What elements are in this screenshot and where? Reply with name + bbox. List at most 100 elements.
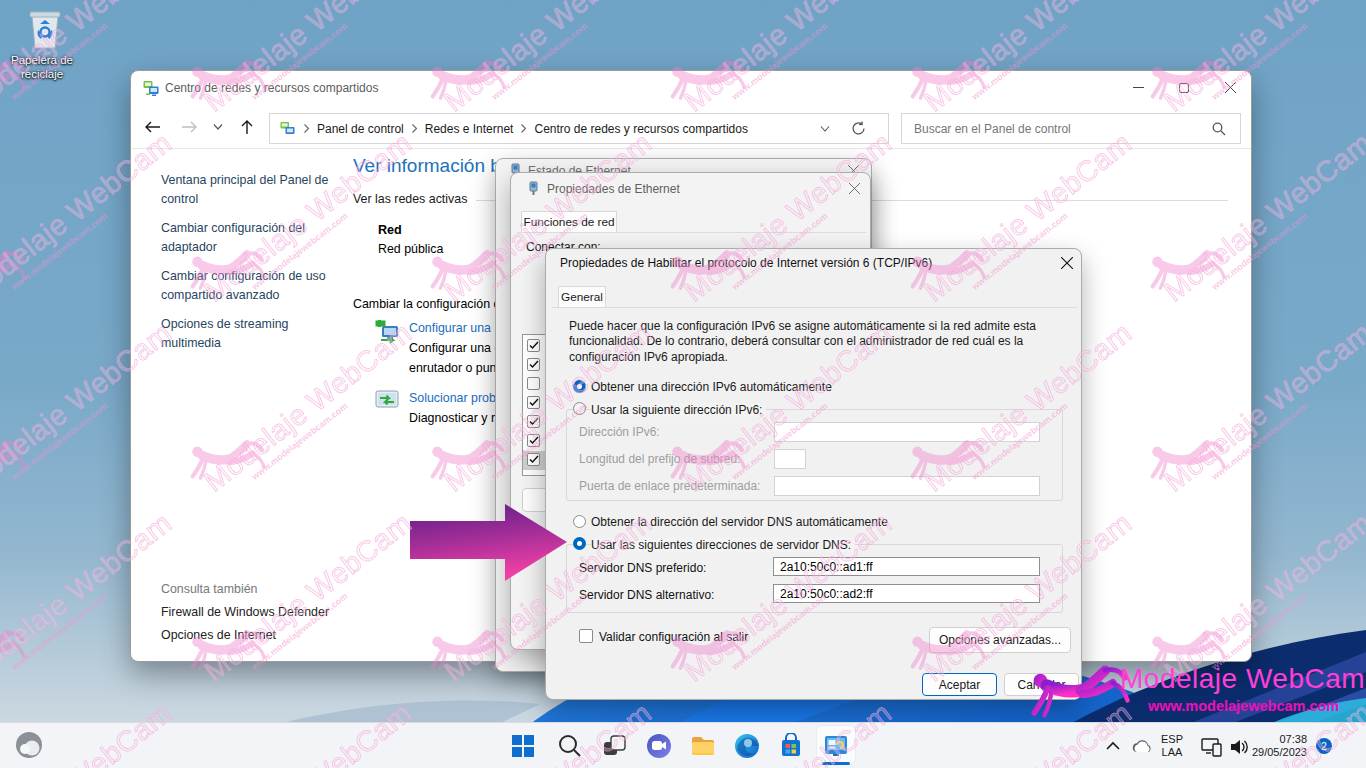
breadcrumb-chevron-icon bbox=[520, 124, 527, 133]
sidebar-item-home[interactable]: Ventana principal del Panel de control bbox=[161, 171, 347, 209]
minimize-button[interactable] bbox=[1115, 71, 1161, 104]
change-settings-label: Cambiar la configuración de red bbox=[353, 297, 497, 311]
weather-widget-icon[interactable] bbox=[14, 730, 44, 760]
check-icon bbox=[529, 436, 539, 445]
task-view-icon[interactable] bbox=[602, 733, 628, 759]
gateway-input[interactable] bbox=[774, 476, 1040, 496]
network-tray-icon[interactable] bbox=[1200, 736, 1224, 758]
ipv6-address-input[interactable] bbox=[774, 422, 1040, 442]
ipv6-dialog-close-icon[interactable] bbox=[1061, 257, 1073, 269]
tray-language-line1: ESP bbox=[1161, 733, 1183, 746]
refresh-icon[interactable] bbox=[851, 121, 866, 136]
tray-language-indicator[interactable]: ESP LAA bbox=[1161, 733, 1183, 759]
validate-checkbox[interactable] bbox=[579, 629, 593, 643]
notification-badge[interactable]: 2 bbox=[1316, 738, 1332, 754]
tray-chevron-icon[interactable] bbox=[1104, 738, 1122, 756]
radio-obtain-ipv6-label: Obtener una dirección IPv6 automáticamen… bbox=[591, 380, 836, 394]
ipv6-dialog-title: Propiedades de Habilitar el protocolo de… bbox=[560, 256, 932, 270]
address-location-icon bbox=[280, 121, 295, 136]
prefix-length-label: Longitud del prefijo de subred: bbox=[579, 452, 740, 466]
back-button[interactable] bbox=[144, 119, 161, 135]
window-title: Centro de redes y recursos compartidos bbox=[165, 81, 378, 95]
search-taskbar-icon[interactable] bbox=[557, 733, 583, 759]
microsoft-store-icon[interactable] bbox=[778, 733, 804, 759]
advanced-options-button[interactable]: Opciones avanzadas... bbox=[929, 627, 1071, 653]
ethernet-properties-close-icon[interactable] bbox=[849, 183, 860, 194]
start-button-icon[interactable] bbox=[510, 733, 536, 759]
radio-use-dns-label: Usar las siguientes direcciones de servi… bbox=[591, 538, 855, 552]
sidebar-item-sharing[interactable]: Cambiar configuración de uso compartido … bbox=[161, 267, 347, 305]
gateway-label: Puerta de enlace predeterminada: bbox=[579, 479, 760, 493]
address-dropdown-icon[interactable] bbox=[820, 125, 830, 133]
troubleshoot-desc: Diagnosticar y reparar bbox=[409, 411, 496, 425]
check-icon bbox=[529, 360, 539, 369]
cancel-button[interactable]: Cancelar bbox=[1004, 673, 1079, 696]
validate-checkbox-label: Validar configuración al salir bbox=[599, 630, 748, 644]
forward-button[interactable] bbox=[181, 119, 198, 135]
recycle-bin-label2: reciclaje bbox=[10, 67, 74, 81]
search-icon[interactable] bbox=[1212, 122, 1226, 136]
accept-button[interactable]: Aceptar bbox=[922, 673, 997, 696]
see-also-header: Consulta también bbox=[161, 582, 257, 596]
tab-general[interactable]: General bbox=[558, 286, 606, 308]
see-also-internet-options[interactable]: Opciones de Internet bbox=[161, 628, 276, 642]
tray-clock[interactable]: 07:38 29/05/2023 bbox=[1245, 733, 1307, 759]
edge-browser-icon[interactable] bbox=[734, 733, 760, 759]
screen: Papelera de reciclaje Centro de redes y … bbox=[0, 0, 1366, 768]
search-placeholder: Buscar en el Panel de control bbox=[914, 122, 1071, 136]
ipv6-tab-strip bbox=[552, 307, 1077, 308]
setup-connection-icon bbox=[375, 320, 402, 347]
annotation-arrow bbox=[405, 500, 575, 586]
check-icon bbox=[529, 455, 539, 464]
network-name: Red bbox=[378, 223, 402, 237]
check-icon bbox=[529, 398, 539, 407]
setup-connection-desc2: enrutador o punto de acceso bbox=[409, 361, 496, 375]
recent-pages-chevron-icon[interactable] bbox=[213, 123, 223, 131]
close-button[interactable] bbox=[1207, 71, 1253, 104]
network-center-window-icon bbox=[143, 80, 159, 96]
prefix-length-input[interactable] bbox=[774, 449, 806, 469]
tray-language-line2: LAA bbox=[1161, 746, 1183, 759]
content-title: Ver información bás bbox=[353, 155, 496, 177]
radio-obtain-dns-label: Obtener la dirección del servidor DNS au… bbox=[591, 515, 892, 529]
recycle-bin[interactable]: Papelera de reciclaje bbox=[10, 8, 74, 81]
preferred-dns-input[interactable]: 2a10:50c0::ad1:ff bbox=[773, 557, 1040, 576]
radio-use-ipv6[interactable] bbox=[573, 402, 586, 415]
check-icon bbox=[529, 417, 539, 426]
ipv6-intro-text: Puede hacer que la configuración IPv6 se… bbox=[569, 319, 1059, 365]
setup-connection-link[interactable]: Configurar una nueva conexión bbox=[409, 321, 496, 335]
alternate-dns-input[interactable]: 2a10:50c0::ad2:ff bbox=[773, 584, 1040, 603]
breadcrumb-item-redes[interactable]: Redes e Internet bbox=[424, 122, 521, 136]
tray-time: 07:38 bbox=[1245, 733, 1307, 746]
notification-badge-count: 2 bbox=[1321, 741, 1327, 752]
address-bar[interactable]: Panel de control Redes e Internet Centro… bbox=[269, 113, 889, 144]
radio-use-ipv6-label: Usar la siguiente dirección IPv6: bbox=[591, 403, 766, 417]
see-also-firewall[interactable]: Firewall de Windows Defender bbox=[161, 605, 329, 619]
tray-date: 29/05/2023 bbox=[1245, 746, 1307, 759]
sidebar-item-streaming[interactable]: Opciones de streaming multimedia bbox=[161, 315, 347, 353]
sidebar: Ventana principal del Panel de control C… bbox=[161, 171, 347, 363]
eth-tab-strip bbox=[517, 232, 866, 233]
radio-obtain-ipv6[interactable] bbox=[573, 380, 586, 393]
toolbar-separator bbox=[131, 148, 1251, 149]
ipv6-address-label: Dirección IPv6: bbox=[579, 425, 660, 439]
troubleshoot-link[interactable]: Solucionar problemas bbox=[409, 391, 496, 405]
control-panel-app-icon[interactable] bbox=[823, 733, 849, 759]
ipv6-properties-dialog: Propiedades de Habilitar el protocolo de… bbox=[545, 248, 1082, 700]
breadcrumb-item-panel[interactable]: Panel de control bbox=[316, 122, 411, 136]
chat-icon[interactable] bbox=[646, 733, 672, 759]
search-box[interactable]: Buscar en el Panel de control bbox=[901, 113, 1241, 144]
breadcrumb-chevron-icon bbox=[411, 124, 418, 133]
check-icon bbox=[529, 341, 539, 350]
breadcrumb-item-centro[interactable]: Centro de redes y recursos compartidos bbox=[533, 122, 754, 136]
troubleshoot-icon bbox=[375, 390, 400, 413]
file-explorer-icon[interactable] bbox=[690, 733, 716, 759]
tab-funciones-de-red[interactable]: Funciones de red bbox=[521, 211, 617, 233]
ethernet-properties-icon bbox=[527, 181, 540, 196]
maximize-button[interactable] bbox=[1161, 71, 1207, 104]
sidebar-item-adapter[interactable]: Cambiar configuración del adaptador bbox=[161, 219, 347, 257]
onedrive-tray-icon[interactable] bbox=[1130, 737, 1154, 757]
component-checkbox-3[interactable] bbox=[527, 377, 540, 390]
active-networks-label: Ver las redes activas bbox=[353, 192, 467, 206]
up-button[interactable] bbox=[239, 119, 255, 135]
